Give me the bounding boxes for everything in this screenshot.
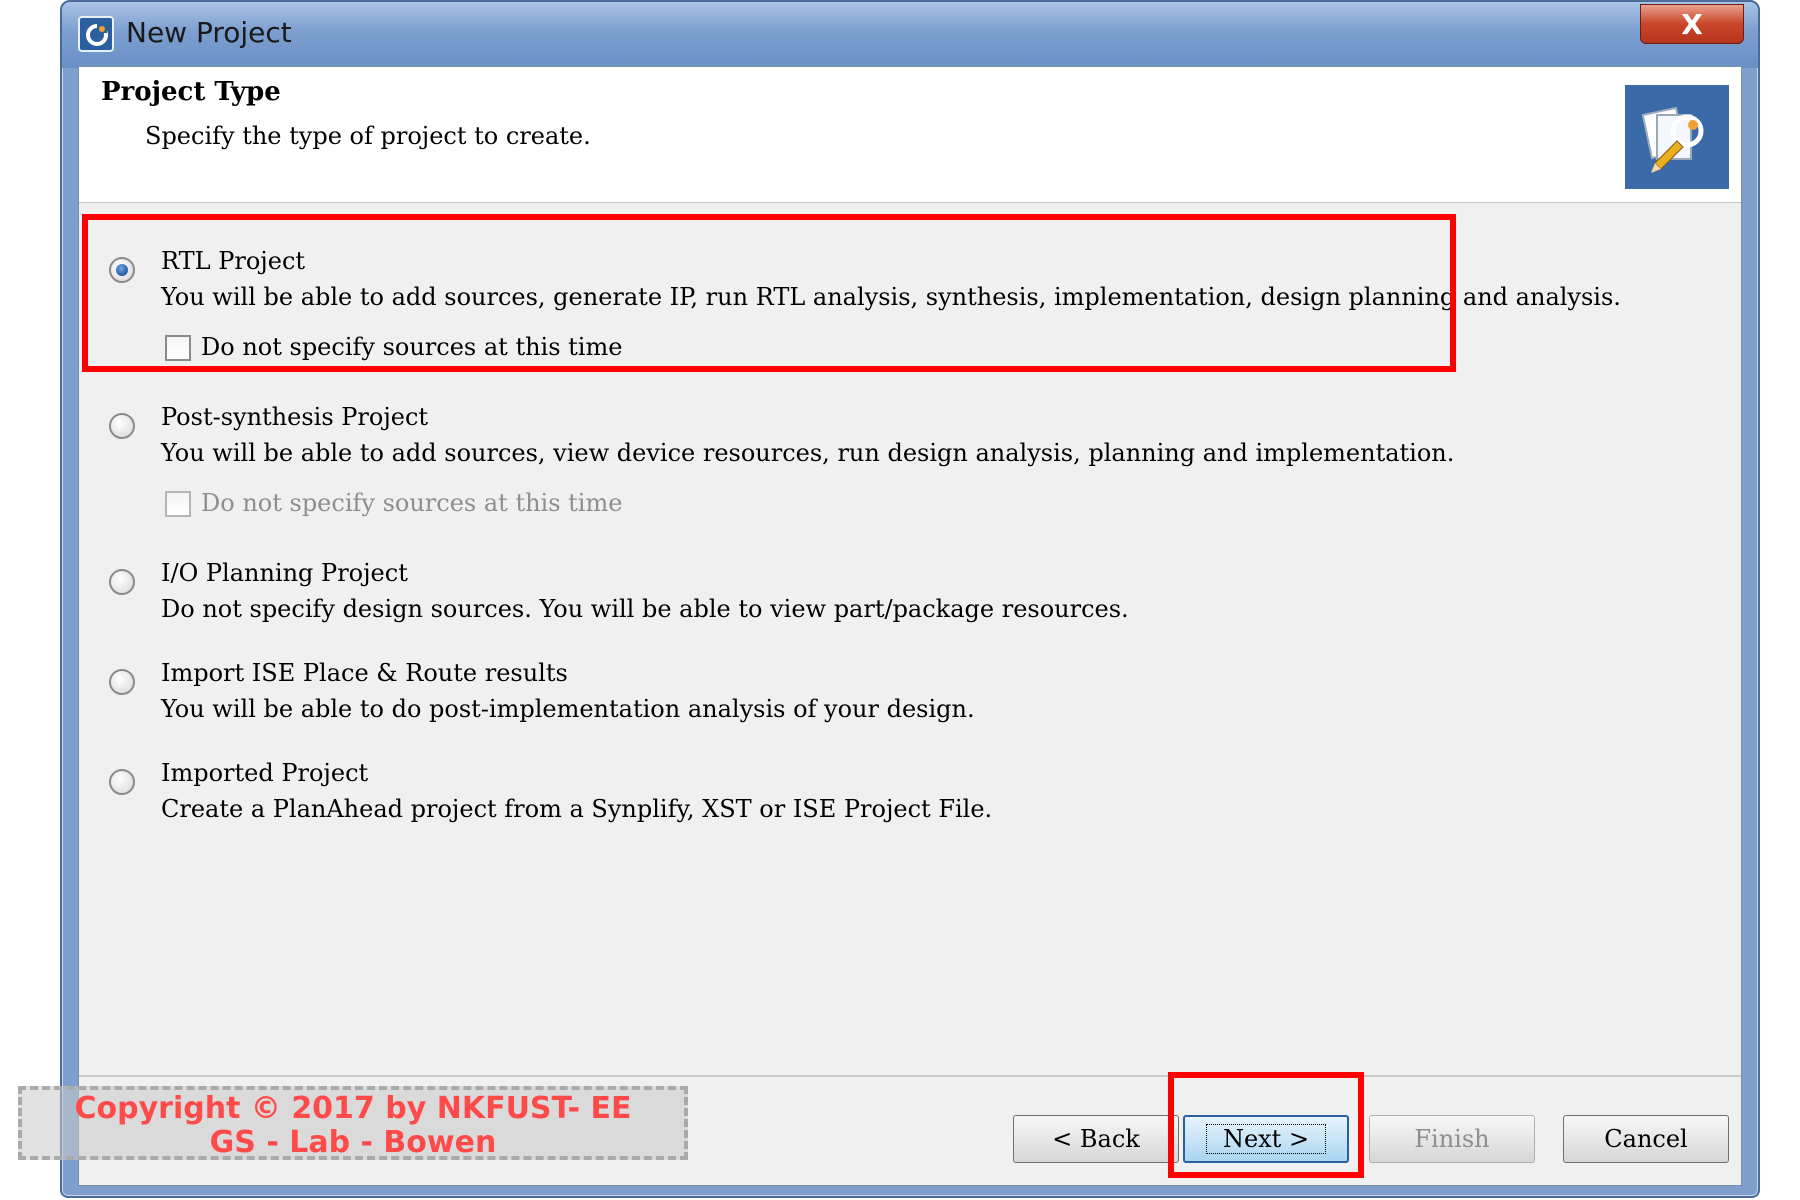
watermark-line-2: GS - Lab - Bowen bbox=[209, 1125, 497, 1160]
option-import-ise-results: Import ISE Place & Route results You wil… bbox=[79, 659, 1579, 739]
back-button-label: < Back bbox=[1052, 1125, 1140, 1153]
radio-rtl-project[interactable] bbox=[109, 257, 135, 283]
finish-button-label: Finish bbox=[1414, 1125, 1490, 1153]
option-description: You will be able to add sources, generat… bbox=[161, 283, 1621, 311]
close-icon: X bbox=[1681, 7, 1703, 41]
option-label: RTL Project bbox=[161, 247, 306, 275]
dialog-body: Project Type Specify the type of project… bbox=[78, 66, 1742, 1186]
option-io-planning-project: I/O Planning Project Do not specify desi… bbox=[79, 559, 1579, 639]
back-button[interactable]: < Back bbox=[1013, 1115, 1179, 1163]
option-description: Create a PlanAhead project from a Synpli… bbox=[161, 795, 993, 823]
option-description: You will be able to add sources, view de… bbox=[161, 439, 1455, 467]
next-button-label: Next > bbox=[1205, 1124, 1327, 1154]
checkbox-post-synthesis-no-sources: Do not specify sources at this time bbox=[165, 489, 665, 519]
finish-button: Finish bbox=[1369, 1115, 1535, 1163]
wizard-header: Project Type Specify the type of project… bbox=[79, 67, 1741, 203]
option-label: Import ISE Place & Route results bbox=[161, 659, 568, 687]
page-subtitle: Specify the type of project to create. bbox=[145, 122, 591, 150]
radio-imported-project[interactable] bbox=[109, 769, 135, 795]
radio-io-planning-project[interactable] bbox=[109, 569, 135, 595]
radio-post-synthesis-project[interactable] bbox=[109, 413, 135, 439]
watermark-line-1: Copyright © 2017 by NKFUST- EE bbox=[74, 1091, 632, 1126]
copyright-watermark: Copyright © 2017 by NKFUST- EE GS - Lab … bbox=[18, 1086, 688, 1160]
option-description: You will be able to do post-implementati… bbox=[161, 695, 975, 723]
option-rtl-project: RTL Project You will be able to add sour… bbox=[79, 247, 1621, 377]
close-button[interactable]: X bbox=[1640, 4, 1744, 44]
option-label: Post-synthesis Project bbox=[161, 403, 429, 431]
option-label: I/O Planning Project bbox=[161, 559, 408, 587]
footer-divider bbox=[79, 1075, 1741, 1077]
option-imported-project: Imported Project Create a PlanAhead proj… bbox=[79, 759, 1579, 839]
radio-import-ise-results[interactable] bbox=[109, 669, 135, 695]
next-button[interactable]: Next > bbox=[1183, 1115, 1349, 1163]
checkbox-label: Do not specify sources at this time bbox=[201, 489, 623, 517]
vivado-app-icon bbox=[78, 16, 114, 52]
title-bar[interactable]: New Project X bbox=[62, 2, 1758, 68]
checkbox-box bbox=[165, 491, 191, 517]
option-description: Do not specify design sources. You will … bbox=[161, 595, 1129, 623]
cancel-button-label: Cancel bbox=[1604, 1125, 1688, 1153]
checkbox-rtl-no-sources[interactable]: Do not specify sources at this time bbox=[165, 333, 665, 363]
checkbox-box[interactable] bbox=[165, 335, 191, 361]
cancel-button[interactable]: Cancel bbox=[1563, 1115, 1729, 1163]
new-project-window: New Project X Project Type Specify the t… bbox=[60, 0, 1760, 1198]
option-post-synthesis-project: Post-synthesis Project You will be able … bbox=[79, 403, 1579, 533]
page-title: Project Type bbox=[101, 77, 281, 107]
window-title: New Project bbox=[126, 16, 292, 49]
checkbox-label: Do not specify sources at this time bbox=[201, 333, 623, 361]
option-label: Imported Project bbox=[161, 759, 369, 787]
project-wizard-icon bbox=[1625, 85, 1729, 189]
